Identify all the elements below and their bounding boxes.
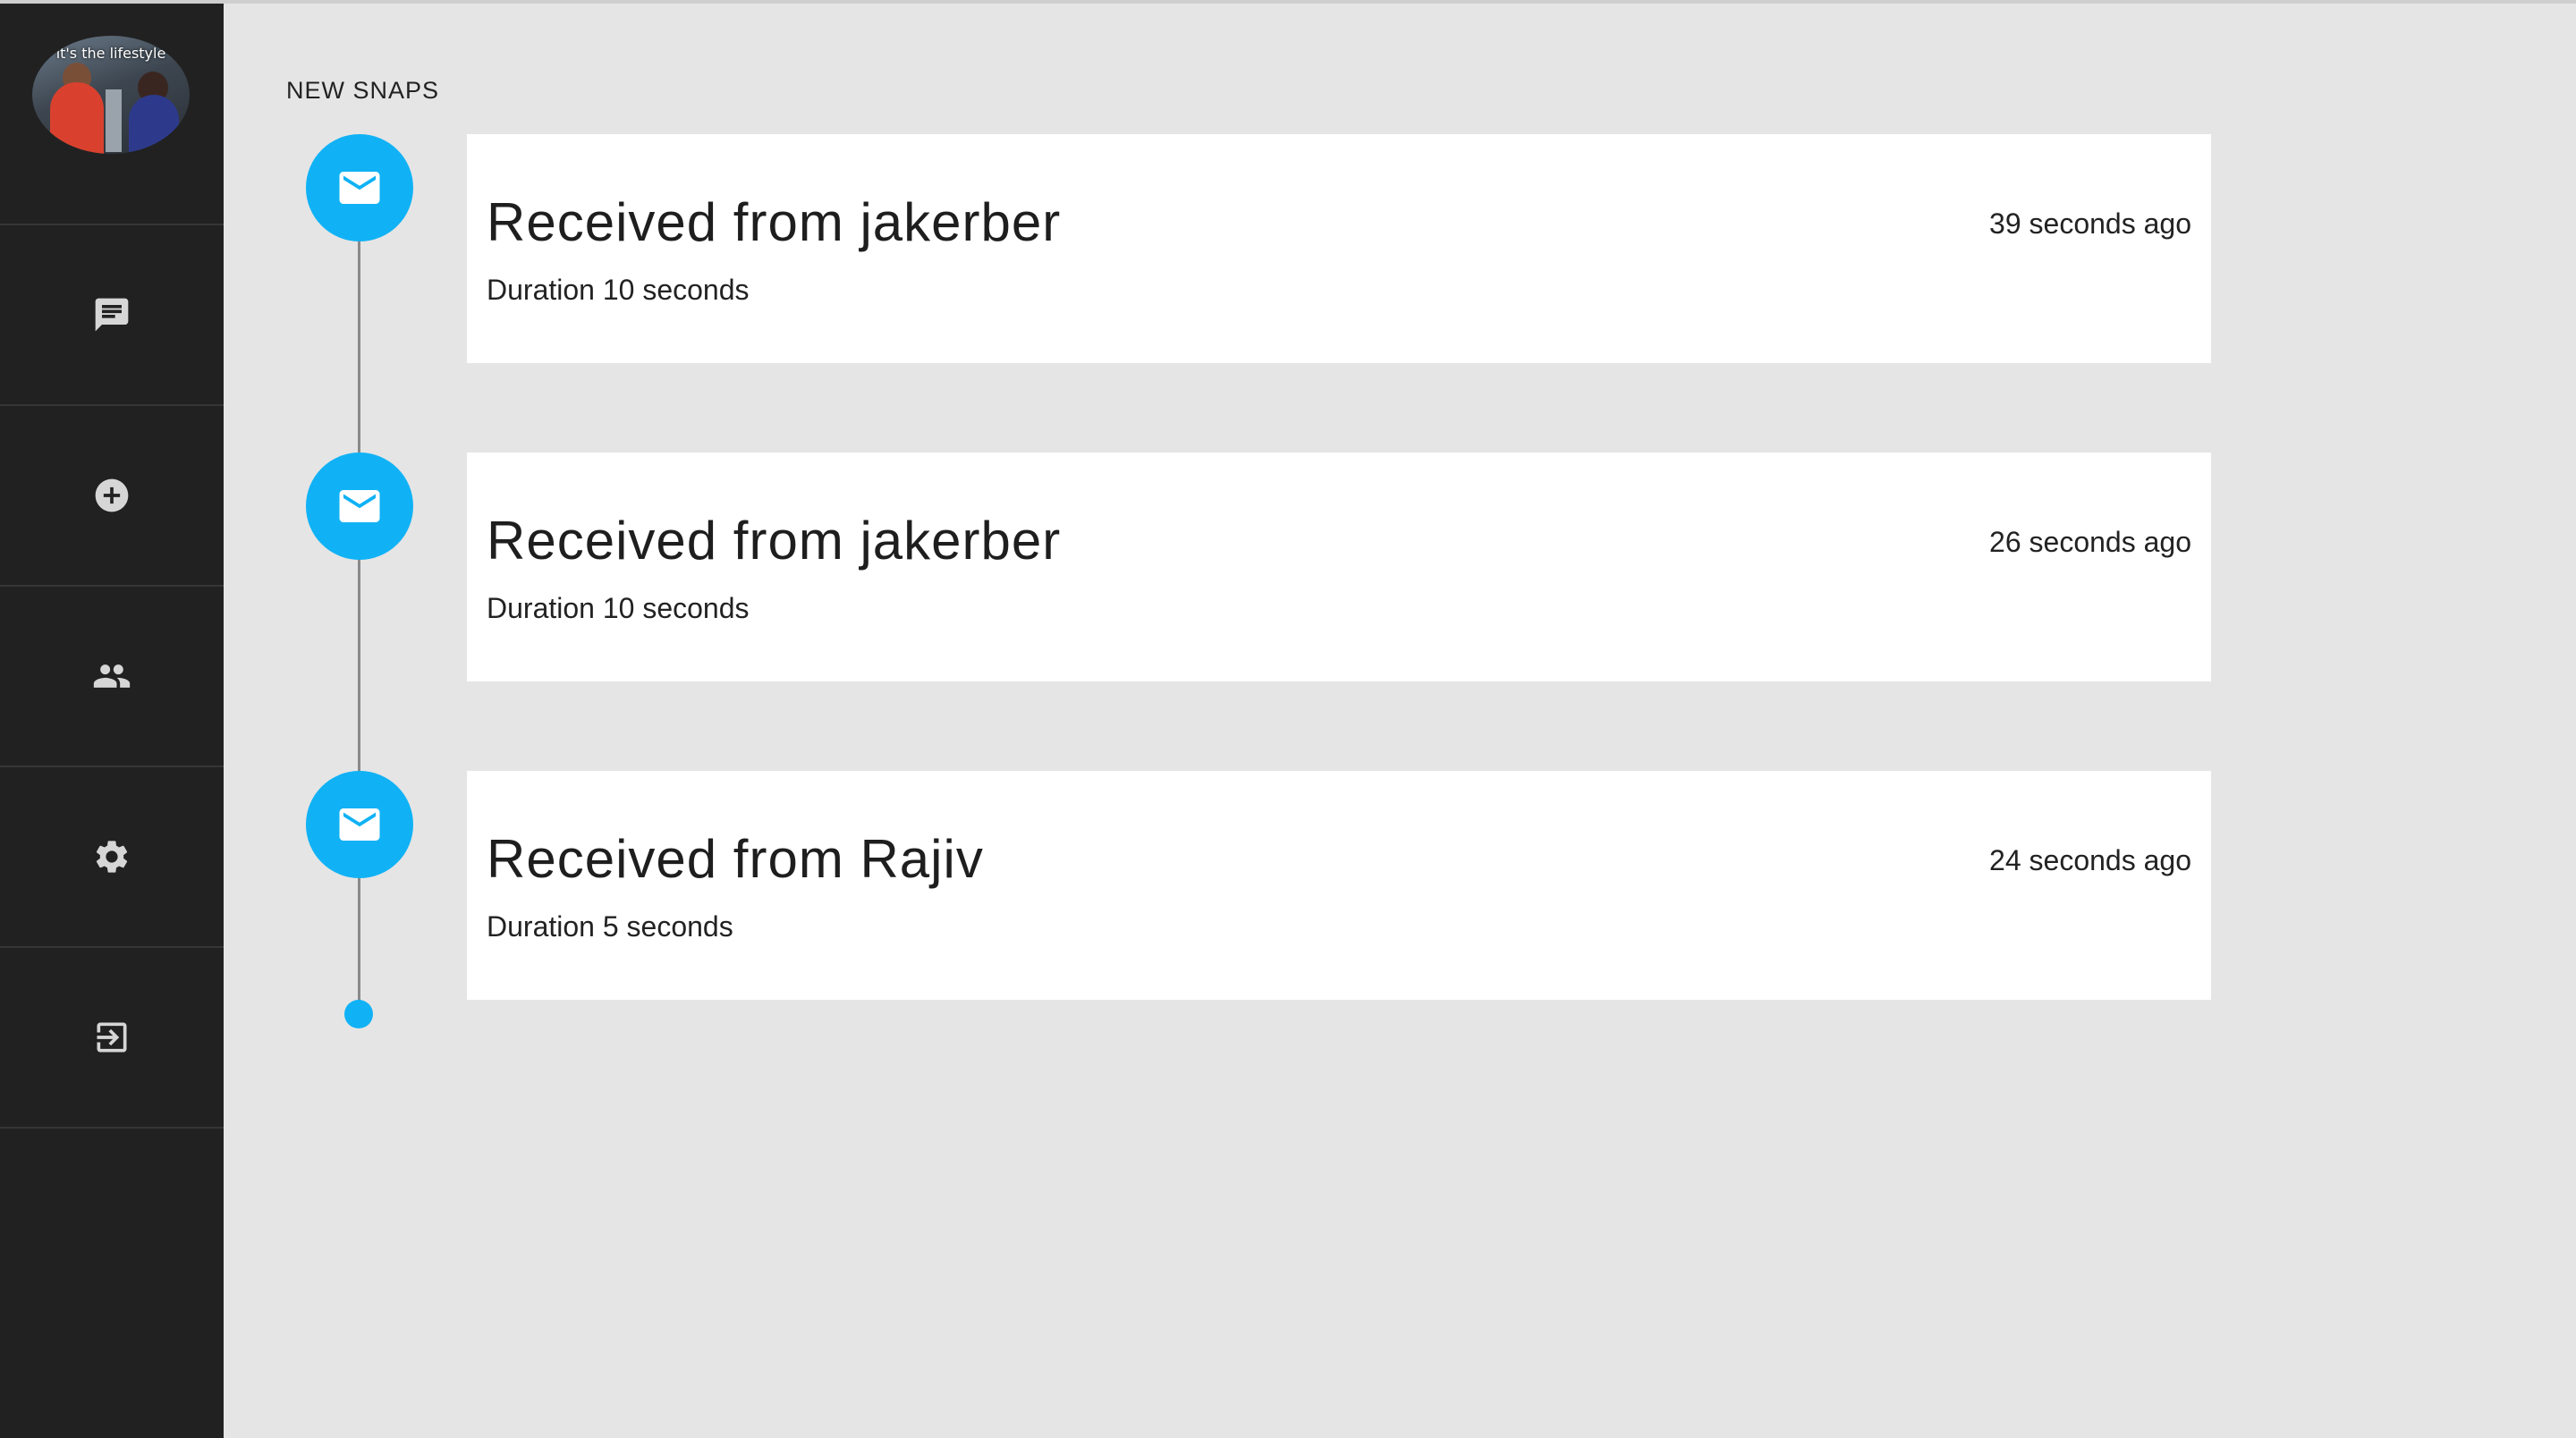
avatar[interactable]: it's the lifestyle	[32, 36, 190, 154]
mail-icon	[339, 172, 380, 204]
avatar-person-left	[50, 82, 104, 154]
sidebar-header: it's the lifestyle	[0, 4, 224, 225]
logout-icon	[97, 1022, 127, 1053]
chat-icon	[95, 298, 129, 332]
timeline-endpoint	[344, 1000, 373, 1028]
mail-icon	[339, 490, 380, 522]
avatar-center-item	[106, 89, 122, 152]
snap-title: Received from Rajiv	[487, 829, 984, 889]
snap-title: Received from jakerber	[487, 511, 1062, 571]
main-content: NEW SNAPS Received from jakerber Duratio…	[224, 4, 2576, 1438]
snap-item: Received from Rajiv Duration 5 seconds 2…	[224, 771, 2576, 1000]
snap-timestamp: 26 seconds ago	[1989, 526, 2191, 558]
avatar-person-right	[129, 95, 179, 154]
snap-item: Received from jakerber Duration 10 secon…	[224, 453, 2576, 681]
snap-duration: Duration 10 seconds	[487, 274, 750, 306]
snap-card[interactable]: Received from jakerber Duration 10 secon…	[467, 453, 2211, 681]
snap-badge	[306, 771, 413, 878]
snap-duration: Duration 5 seconds	[487, 910, 733, 943]
people-icon	[93, 664, 131, 688]
snap-timestamp: 39 seconds ago	[1989, 207, 2191, 240]
sidebar: it's the lifestyle	[0, 4, 224, 1438]
snap-badge	[306, 453, 413, 560]
snap-timestamp: 24 seconds ago	[1989, 844, 2191, 876]
mail-icon	[339, 808, 380, 841]
sidebar-item-chat[interactable]	[0, 225, 224, 406]
snap-title: Received from jakerber	[487, 192, 1062, 252]
gear-icon	[96, 841, 128, 873]
snap-duration: Duration 10 seconds	[487, 592, 750, 624]
sidebar-item-settings[interactable]	[0, 767, 224, 948]
snap-card[interactable]: Received from Rajiv Duration 5 seconds 2…	[467, 771, 2211, 1000]
snap-card[interactable]: Received from jakerber Duration 10 secon…	[467, 134, 2211, 363]
sidebar-item-friends[interactable]	[0, 587, 224, 767]
avatar-caption: it's the lifestyle	[55, 45, 166, 62]
sidebar-item-logout[interactable]	[0, 948, 224, 1129]
app-window: it's the lifestyle NEW SNAPS Received fr…	[0, 0, 2576, 1438]
add-circle-icon	[95, 478, 129, 512]
sidebar-item-add[interactable]	[0, 406, 224, 587]
snap-item: Received from jakerber Duration 10 secon…	[224, 134, 2576, 363]
section-title: NEW SNAPS	[286, 77, 440, 104]
snap-badge	[306, 134, 413, 241]
